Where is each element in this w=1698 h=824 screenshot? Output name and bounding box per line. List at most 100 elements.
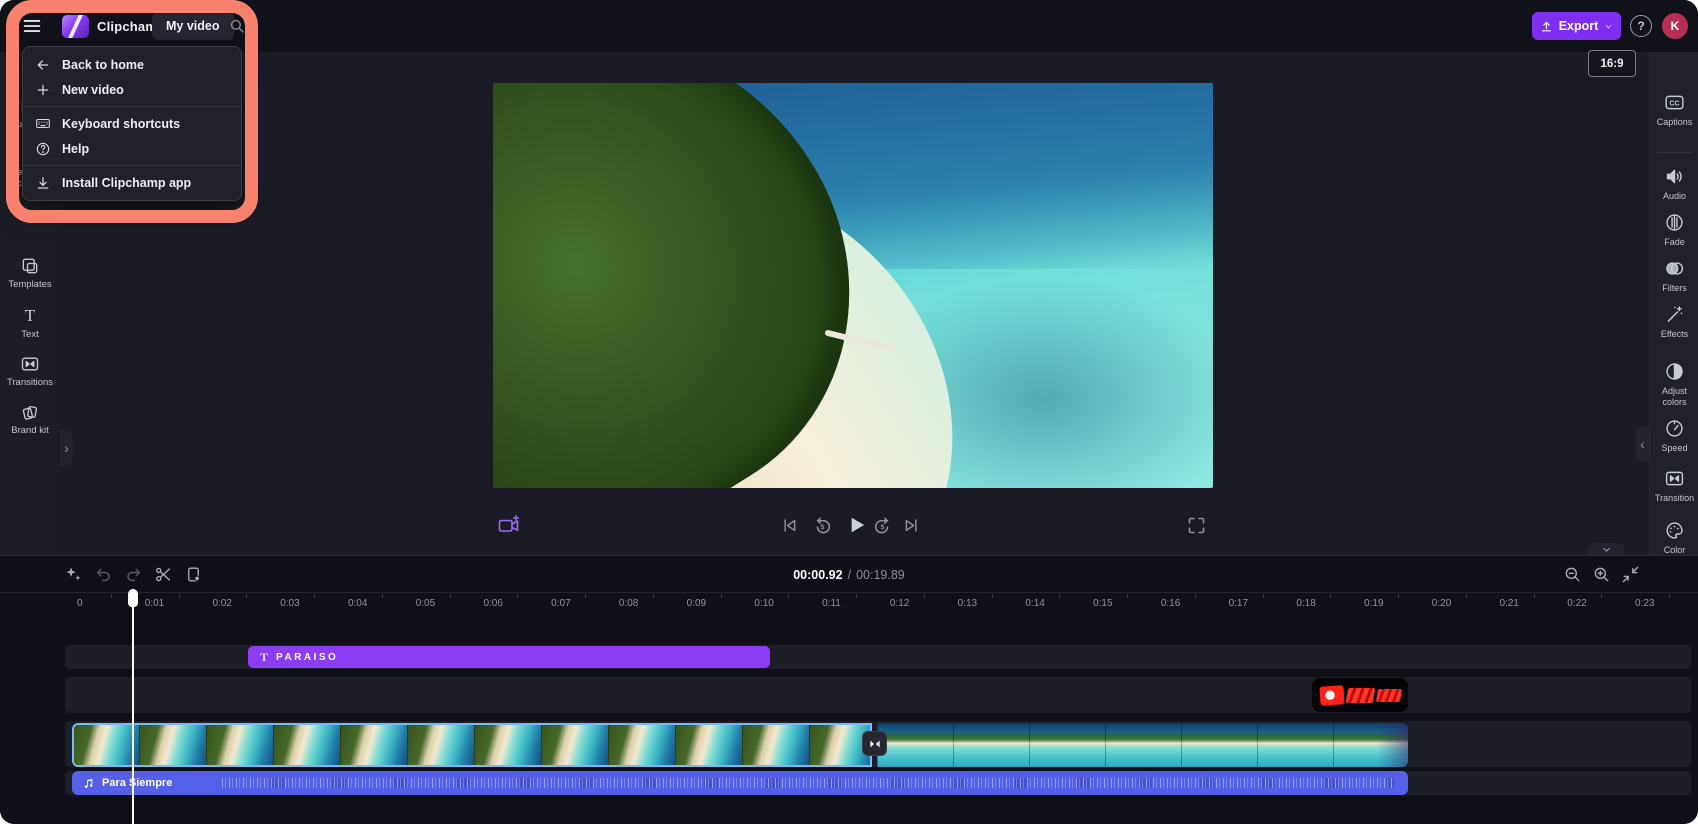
transition-icon xyxy=(1664,468,1685,489)
right-sidebar: CC Captions Audio Fade Filters Effects A… xyxy=(1649,52,1698,555)
sidebar-item-label: Speed xyxy=(1659,443,1689,454)
menu-item-new-video[interactable]: New video xyxy=(23,77,241,102)
aspect-ratio-badge[interactable]: 16:9 xyxy=(1588,50,1636,77)
sidebar-item-label: Templates xyxy=(8,280,51,291)
sidebar-item-transitions[interactable]: Transitions xyxy=(0,354,60,389)
keyboard-icon xyxy=(35,115,51,132)
clip-transition-button[interactable] xyxy=(862,731,887,756)
ruler-tick xyxy=(1263,594,1264,598)
music-note-icon xyxy=(82,777,95,790)
ruler-label: 0:07 xyxy=(551,598,570,609)
subscribe-sticker-frame xyxy=(1319,685,1344,706)
ruler-label: 0:02 xyxy=(212,598,231,609)
undo-icon[interactable] xyxy=(94,565,113,584)
audio-clip[interactable]: Para Siempre xyxy=(72,771,1408,795)
forward-5s-button[interactable]: 5 xyxy=(872,515,893,536)
help-label: ? xyxy=(1637,19,1644,33)
video-clip-1[interactable] xyxy=(72,723,872,767)
sidebar-item-audio[interactable]: Audio xyxy=(1650,166,1698,202)
ruler-tick xyxy=(788,594,789,598)
menu-divider xyxy=(23,106,241,107)
sidebar-item-label: Audio xyxy=(1661,191,1688,202)
zoom-out-icon[interactable] xyxy=(1563,565,1582,584)
ruler-tick xyxy=(1669,594,1670,598)
sidebar-item-adjust-colors[interactable]: Adjust colors xyxy=(1650,361,1698,408)
ruler-label: 0:12 xyxy=(890,598,909,609)
ruler-tick xyxy=(1195,594,1196,598)
sidebar-item-speed[interactable]: Speed xyxy=(1650,418,1698,454)
auto-frame-button[interactable] xyxy=(497,513,521,537)
adjust-colors-icon xyxy=(1664,361,1685,382)
play-button[interactable] xyxy=(843,512,869,538)
menu-item-install-app[interactable]: Install Clipchamp app xyxy=(23,170,241,195)
sidebar-item-transition[interactable]: Transition xyxy=(1650,468,1698,504)
enhance-icon[interactable] xyxy=(64,565,83,584)
sidebar-item-label: Text xyxy=(21,330,38,341)
sidebar-item-templates[interactable]: Templates xyxy=(0,256,60,291)
sidebar-item-effects[interactable]: Effects xyxy=(1650,304,1698,340)
text-clip[interactable]: T PARAISO xyxy=(248,646,770,668)
sidebar-item-fade[interactable]: Fade xyxy=(1650,212,1698,248)
sidebar-item-brand-kit[interactable]: Brand kit xyxy=(0,402,60,437)
ruler-tick xyxy=(1398,594,1399,598)
account-avatar[interactable]: K xyxy=(1662,13,1688,39)
captions-icon: CC xyxy=(1664,92,1685,113)
ruler-label: 0:06 xyxy=(483,598,502,609)
ruler-tick xyxy=(517,594,518,598)
color-icon xyxy=(1664,520,1685,541)
sidebar-item-color[interactable]: Color xyxy=(1650,520,1698,556)
fit-to-screen-icon[interactable] xyxy=(1621,565,1640,584)
sidebar-item-captions[interactable]: CC Captions xyxy=(1650,92,1698,128)
menu-item-help[interactable]: Help xyxy=(23,136,241,161)
ruler-label: 0:19 xyxy=(1364,598,1383,609)
sidebar-item-text[interactable]: T Text xyxy=(0,306,60,341)
hamburger-menu-button[interactable] xyxy=(20,15,44,37)
filters-icon xyxy=(1664,258,1685,279)
ruler-tick xyxy=(1059,594,1060,598)
redo-icon[interactable] xyxy=(124,565,143,584)
search-icon[interactable] xyxy=(228,17,246,35)
zoom-in-icon[interactable] xyxy=(1592,565,1611,584)
help-button[interactable]: ? xyxy=(1630,15,1652,37)
project-title-tab[interactable]: My video xyxy=(152,12,234,40)
ruler-label: 0:04 xyxy=(348,598,367,609)
expand-left-panel-button[interactable]: › xyxy=(60,430,73,466)
audio-clip-label: Para Siempre xyxy=(102,777,172,789)
subscribe-sticker-frame xyxy=(1375,689,1401,702)
svg-text:5: 5 xyxy=(881,524,885,531)
ruler-label: 0:14 xyxy=(1025,598,1044,609)
menu-item-label: Back to home xyxy=(62,58,144,72)
sidebar-item-label: Brand kit xyxy=(11,426,49,437)
menu-item-keyboard-shortcuts[interactable]: Keyboard shortcuts xyxy=(23,111,241,136)
skip-to-start-button[interactable] xyxy=(780,516,799,535)
ruler-tick xyxy=(992,594,993,598)
ruler-tick xyxy=(1601,594,1602,598)
collapse-right-panel-button[interactable]: ‹ xyxy=(1636,426,1649,462)
split-scissors-icon[interactable] xyxy=(154,565,173,584)
fullscreen-button[interactable] xyxy=(1186,515,1207,536)
video-clip-2[interactable] xyxy=(877,723,1408,767)
time-separator: / xyxy=(848,568,851,582)
ruler-label: 0:22 xyxy=(1567,598,1586,609)
ruler-tick xyxy=(382,594,383,598)
video-preview[interactable] xyxy=(493,83,1213,488)
sidebar-item-filters[interactable]: Filters xyxy=(1650,258,1698,294)
export-button[interactable]: Export xyxy=(1532,12,1621,40)
sidebar-item-label: Filters xyxy=(1660,283,1689,294)
ruler-tick xyxy=(924,594,925,598)
aspect-ratio-value: 16:9 xyxy=(1600,58,1623,70)
subscribe-sticker-clip[interactable] xyxy=(1312,678,1408,712)
timeline-ruler[interactable]: 00:010:020:030:040:050:060:070:080:090:1… xyxy=(0,593,1698,615)
ruler-tick xyxy=(246,594,247,598)
rewind-5s-button[interactable]: 5 xyxy=(812,515,833,536)
playhead[interactable] xyxy=(132,589,134,824)
playhead-handle[interactable] xyxy=(128,589,138,607)
ruler-label: 0:05 xyxy=(416,598,435,609)
skip-to-end-button[interactable] xyxy=(902,516,921,535)
menu-item-back-to-home[interactable]: Back to home xyxy=(23,52,241,77)
ruler-label: 0:11 xyxy=(822,598,841,609)
sidebar-divider xyxy=(1657,152,1692,153)
sidebar-item-label: Adjust colors xyxy=(1650,386,1698,408)
duplicate-icon[interactable] xyxy=(184,565,203,584)
current-time: 00:00.92 xyxy=(793,568,842,582)
